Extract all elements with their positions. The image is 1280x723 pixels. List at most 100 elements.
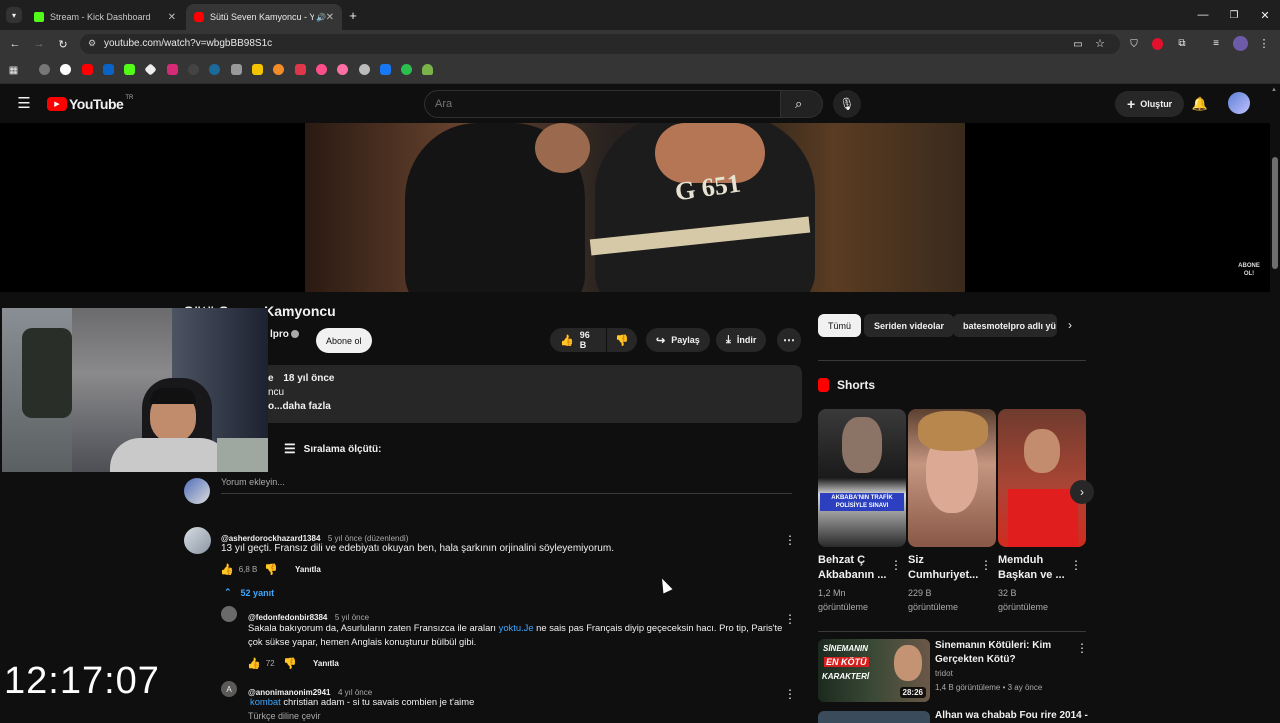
close-tab-icon[interactable]: ✕	[168, 12, 176, 23]
commenter-avatar[interactable]	[184, 527, 211, 554]
bookmark-page-icon[interactable]	[231, 64, 242, 75]
account-avatar[interactable]	[1228, 92, 1250, 114]
bookmark-apple-icon[interactable]	[39, 64, 50, 75]
extensions-puzzle-icon[interactable]: ⧉	[1176, 37, 1188, 49]
short-thumbnail[interactable]	[908, 409, 996, 547]
reply-menu-icon[interactable]: ⋮	[784, 612, 796, 626]
minimize-icon[interactable]: —	[1196, 8, 1210, 22]
browser-menu-icon[interactable]: ⋮	[1258, 37, 1270, 50]
bookmark-pink-icon[interactable]	[316, 64, 327, 75]
create-button[interactable]: + Oluştur	[1115, 91, 1185, 117]
cast-icon[interactable]: ▭	[1072, 38, 1084, 50]
close-window-icon[interactable]: ✕	[1258, 8, 1272, 22]
hamburger-menu-icon[interactable]: ☰	[16, 95, 32, 112]
bookmark-youtube-icon[interactable]	[82, 64, 93, 75]
tab-kick-dashboard[interactable]: Stream - Kick Dashboard ✕	[26, 4, 184, 30]
reload-icon[interactable]: ↻	[56, 37, 70, 51]
reading-list-icon[interactable]: ≡	[1210, 37, 1222, 49]
share-button[interactable]: ↪ Paylaş	[646, 328, 710, 352]
red-extension-icon[interactable]	[1152, 38, 1163, 50]
reply-link[interactable]: yoktu.Je	[499, 622, 534, 633]
short-menu-icon[interactable]: ⋮	[980, 558, 992, 572]
comment-like-button[interactable]: 👍 6,8 B	[220, 563, 257, 576]
bookmark-orange-icon[interactable]	[273, 64, 284, 75]
subscribe-button[interactable]: Abone ol	[316, 328, 372, 353]
short-thumbnail[interactable]	[998, 409, 1086, 547]
shorts-next-button[interactable]: ›	[1070, 480, 1094, 504]
page-scrollbar[interactable]: ▲	[1270, 85, 1280, 720]
bookmark-pocket-icon[interactable]	[295, 64, 306, 75]
profile-avatar-icon[interactable]	[1233, 36, 1248, 51]
reply-author-avatar[interactable]: A	[221, 681, 237, 697]
scrollbar-thumb[interactable]	[1272, 157, 1278, 269]
channel-name[interactable]: lpro	[270, 329, 289, 340]
video-thumbnail-2[interactable]	[818, 711, 930, 723]
reply-mention[interactable]: kombat	[250, 696, 281, 707]
voice-search-button[interactable]: 🎙	[833, 90, 861, 118]
new-tab-icon[interactable]: +	[346, 8, 360, 23]
sort-comments-button[interactable]: ☰ Sıralama ölçütü:	[284, 441, 381, 457]
related-video-title[interactable]: Sinemanın Kötüleri: Kim Gerçekten Kötü?	[935, 639, 1051, 667]
apps-grid-icon[interactable]: ▦	[8, 65, 19, 76]
related-channel[interactable]: tridot	[935, 669, 953, 678]
reply-dislike-icon[interactable]: 👎	[283, 657, 297, 670]
reply-button[interactable]: Yanıtla	[295, 565, 321, 574]
description-more[interactable]: o...daha fazla	[268, 401, 331, 412]
youtube-logo[interactable]: ▶ YouTube TR	[47, 95, 133, 112]
bookmark-chess-icon[interactable]	[188, 64, 199, 75]
forward-icon[interactable]: →	[32, 37, 46, 51]
chip-channel[interactable]: batesmotelpro adlı yü	[953, 314, 1057, 337]
reply-time[interactable]: 5 yıl önce	[335, 613, 369, 622]
related-video-title-2[interactable]: Alhan wa chabab Fou rire 2014 -	[935, 710, 1088, 721]
like-button[interactable]: 👍 96 B	[550, 328, 606, 352]
site-info-icon[interactable]: ⚙	[88, 38, 96, 49]
reply-author-avatar[interactable]	[221, 606, 237, 622]
short-menu-icon[interactable]: ⋮	[890, 558, 902, 572]
bookmark-kick-icon[interactable]	[124, 64, 135, 75]
add-comment-input[interactable]: Yorum ekleyin...	[221, 477, 792, 494]
short-title[interactable]: Siz Cumhuriyet...	[908, 553, 978, 583]
tab-youtube-video[interactable]: Sütü Seven Kamyoncu - YouTube 🔊 ✕	[186, 4, 342, 30]
short-menu-icon[interactable]: ⋮	[1070, 558, 1082, 572]
bookmark-star-icon[interactable]: ☆	[1094, 37, 1106, 50]
audio-playing-icon[interactable]: 🔊	[316, 13, 326, 22]
chips-next-icon[interactable]: ›	[1064, 318, 1076, 332]
replies-toggle[interactable]: ⌃ 52 yanıt	[224, 587, 274, 598]
short-title[interactable]: Memduh Başkan ve ...	[998, 553, 1065, 583]
bookmark-web-icon[interactable]	[359, 64, 370, 75]
bookmark-google-icon[interactable]	[60, 64, 71, 75]
back-icon[interactable]: ←	[8, 37, 22, 51]
video-frame[interactable]: G 651	[305, 123, 965, 292]
comment-author[interactable]: @asherdorockhazard1384	[221, 534, 320, 543]
bookmark-circle-icon[interactable]	[337, 64, 348, 75]
download-button[interactable]: ⤓ İndir	[716, 328, 767, 352]
related-video-menu-icon[interactable]: ⋮	[1076, 641, 1088, 655]
reply-author[interactable]: @fedonfedonbir8384	[248, 613, 327, 622]
search-button[interactable]: ⌕	[781, 90, 823, 118]
more-actions-button[interactable]: ⋯	[777, 328, 801, 352]
bookmark-steam-icon[interactable]	[209, 64, 220, 75]
short-thumbnail[interactable]: AKBABA'NIN TRAFİK POLİSİYLE SINAVI	[818, 409, 906, 547]
subscribe-overlay-text[interactable]: ABONE OL!	[1233, 262, 1265, 278]
shield-extension-icon[interactable]: ⛉	[1128, 38, 1140, 50]
bookmark-facebook-icon[interactable]	[380, 64, 391, 75]
tab-search-icon[interactable]: ▾	[6, 7, 22, 23]
reply-menu-icon[interactable]: ⋮	[784, 687, 796, 701]
bookmark-s-icon[interactable]	[252, 64, 263, 75]
search-input[interactable]	[424, 90, 781, 118]
bookmark-cloud-icon[interactable]	[422, 64, 433, 75]
dislike-button[interactable]: 👎	[607, 328, 637, 352]
notifications-bell-icon[interactable]: 🔔	[1192, 96, 1208, 112]
bookmark-instagram-icon[interactable]	[167, 64, 178, 75]
comment-menu-icon[interactable]: ⋮	[784, 533, 796, 547]
video-thumbnail[interactable]: SİNEMANIN EN KÖTÜ KARAKTERİ 28:26	[818, 639, 930, 702]
reply-like-button[interactable]: 👍 72	[247, 657, 275, 670]
comment-dislike-icon[interactable]: 👎	[264, 563, 278, 576]
restore-icon[interactable]: ❐	[1227, 8, 1241, 22]
bookmark-green-icon[interactable]	[401, 64, 412, 75]
scroll-up-icon[interactable]: ▲	[1271, 87, 1277, 93]
chip-series[interactable]: Seriden videolar	[864, 314, 955, 337]
close-tab-icon[interactable]: ✕	[326, 12, 334, 23]
short-title[interactable]: Behzat Ç Akbabanın ...	[818, 553, 886, 583]
bookmark-outlook-icon[interactable]	[103, 64, 114, 75]
